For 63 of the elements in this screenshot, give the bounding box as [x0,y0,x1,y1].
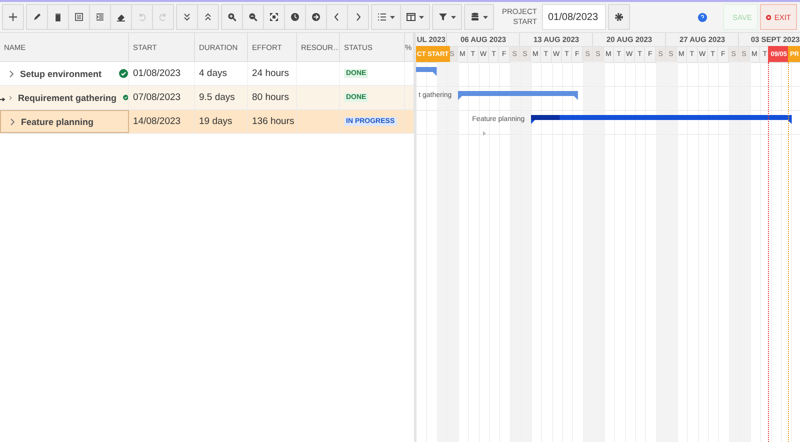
table-cell: 24 hours [252,68,289,79]
table-cell: 01/08/2023 [133,68,181,79]
zoom-in-icon [227,12,237,22]
database-icon [470,12,480,22]
arrow-circle-icon [311,12,321,22]
indent-icon [74,12,84,22]
close-icon [766,14,772,20]
caret-icon [390,16,395,18]
chevron-right-icon[interactable] [9,94,12,102]
columns-icon [406,12,416,22]
triangle-icon [483,131,486,136]
table-cell: 9.5 days [199,92,235,103]
toolbar-button[interactable] [2,4,24,30]
task-bar[interactable] [530,115,792,124]
drag-handle-icon[interactable] [0,97,5,102]
toolbar-button[interactable] [305,4,327,30]
undo-icon [137,12,147,22]
toolbar-button[interactable] [26,4,48,30]
zoom-out-icon [248,12,258,22]
trash-icon [53,12,63,22]
task-name: Requirement gathering [18,92,117,102]
chevron-right-icon[interactable] [10,118,15,126]
table-cell: 19 days [199,116,232,127]
help-icon[interactable] [698,12,707,22]
toolbar-button[interactable] [89,4,111,30]
table-cell: 80 hours [252,92,289,103]
toolbar-button[interactable] [221,4,243,30]
caret-icon [483,16,488,18]
plus-icon [8,12,18,22]
eraser-icon [116,12,126,22]
double-chevron-down-icon [182,12,192,22]
dropdown-button[interactable] [432,4,462,30]
toolbar-button[interactable] [284,4,306,30]
toolbar-button[interactable] [197,4,219,30]
clock-icon [290,12,300,22]
table-cell: 4 days [199,68,227,79]
caret-icon [451,16,456,18]
dropdown-button[interactable] [400,4,430,30]
settings-button[interactable] [608,4,630,30]
toolbar-button[interactable] [47,4,69,30]
chevron-right-icon[interactable] [9,70,14,78]
toolbar-button[interactable] [242,4,264,30]
gear-icon [614,12,624,22]
filter-icon [438,12,448,22]
table-cell: 136 hours [252,116,294,127]
table-cell: 07/08/2023 [133,92,181,103]
toolbar-button[interactable] [176,4,198,30]
dropdown-button[interactable] [464,4,494,30]
fit-icon [269,12,279,22]
table-cell: 14/08/2023 [133,116,181,127]
outdent-icon [95,12,105,22]
toolbar-button[interactable] [68,4,90,30]
pencil-icon [32,12,42,22]
redo-icon [158,12,168,22]
task-name: Feature planning [21,116,95,126]
date-field[interactable]: 01/08/2023 [542,4,606,30]
toolbar-button[interactable] [263,4,285,30]
toolbar-button[interactable] [110,4,132,30]
dropdown-button[interactable] [371,4,401,30]
task-name: Setup environment [20,68,103,78]
caret-icon [419,16,424,18]
list-icon [377,12,387,22]
double-chevron-up-icon [203,12,213,22]
